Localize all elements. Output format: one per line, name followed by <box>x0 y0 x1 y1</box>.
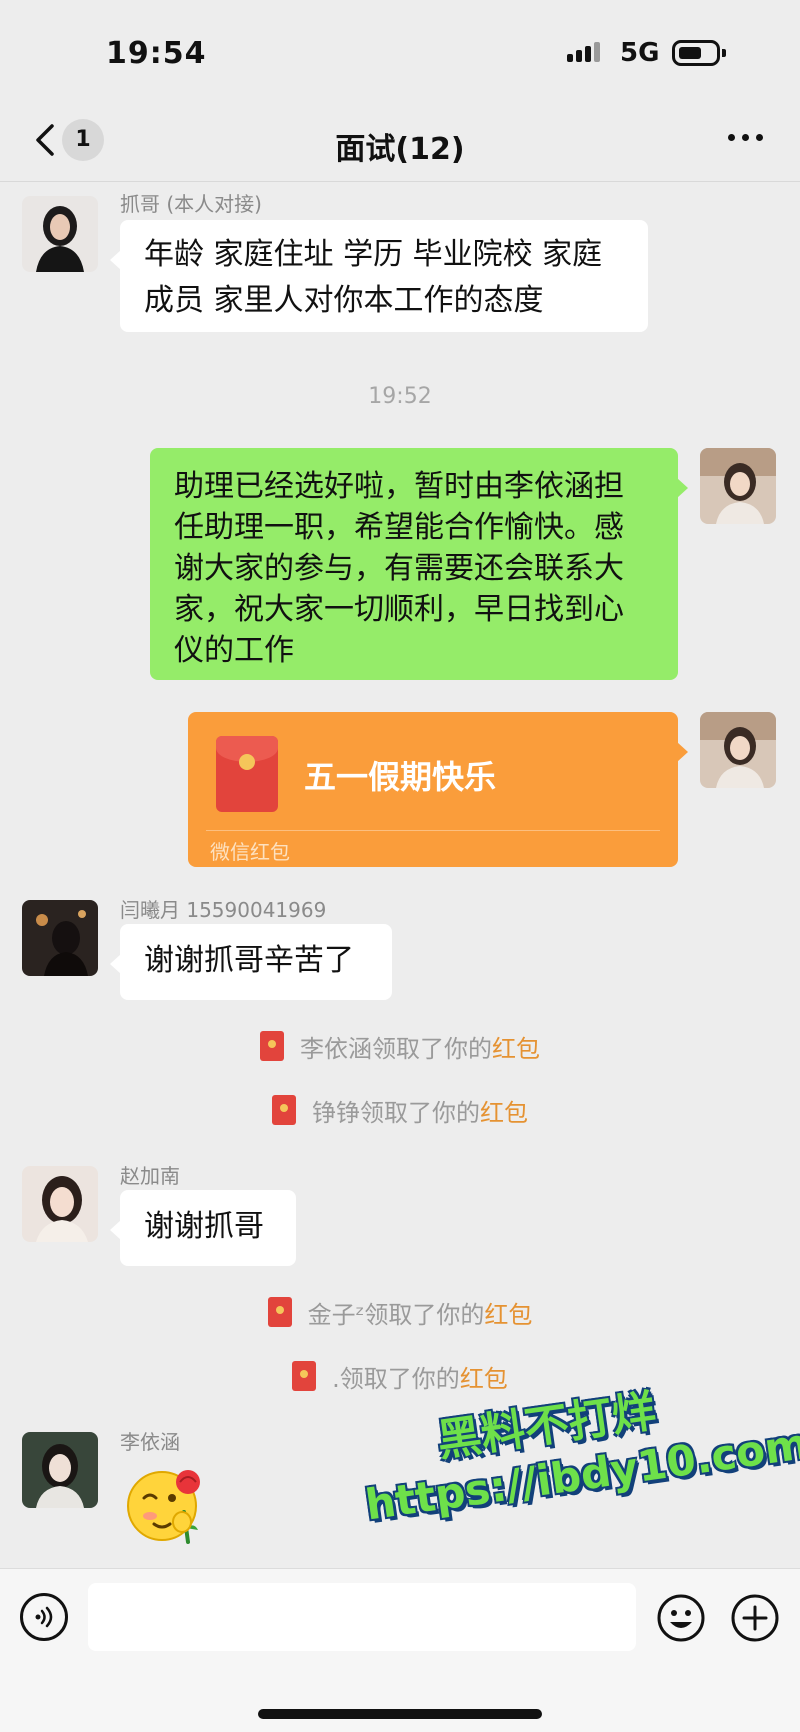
more-dots-icon[interactable] <box>728 134 768 144</box>
notice-text: 金子ᶻ领取了你的 <box>307 1300 485 1329</box>
red-packet-link[interactable]: 红包 <box>460 1359 508 1394</box>
emoji-face-icon[interactable] <box>656 1593 706 1643</box>
message-text: 谢谢抓哥 <box>144 1209 264 1244</box>
message-bubble[interactable]: 谢谢抓哥辛苦了 <box>110 924 392 1000</box>
message-text: 年龄 家庭住址 学历 毕业院校 家庭 <box>144 237 603 272</box>
message-text: 助理已经选好啦，暂时由李依涵担 <box>174 469 624 504</box>
message-text: 谢大家的参与，有需要还会联系大 <box>174 551 624 586</box>
message-bubble[interactable]: 年龄 家庭住址 学历 毕业院校 家庭 成员 家里人对你本工作的态度 <box>110 220 648 332</box>
message-text: 成员 家里人对你本工作的态度 <box>144 283 544 318</box>
red-packet-icon <box>272 1095 296 1125</box>
message-text: 任助理一职，希望能合作愉快。感 <box>174 510 624 545</box>
sender-name: 闫曦月 15590041969 <box>120 898 327 922</box>
chat-title: 面试(12) <box>335 132 465 167</box>
message-text: 家，祝大家一切顺利，早日找到心 <box>174 592 624 627</box>
system-notice: 铮铮领取了你的 红包 <box>0 1093 800 1127</box>
red-packet-link[interactable]: 红包 <box>492 1029 540 1064</box>
my-avatar[interactable] <box>700 448 776 524</box>
status-bar: 19:54 5G <box>0 0 800 100</box>
system-notice: 金子ᶻ领取了你的 红包 <box>0 1295 800 1329</box>
sender-name: 赵加南 <box>120 1164 180 1188</box>
red-packet-icon <box>260 1031 284 1061</box>
home-indicator <box>258 1709 542 1719</box>
plus-circle-icon[interactable] <box>730 1593 780 1643</box>
battery-icon <box>672 40 726 66</box>
message-bubble[interactable]: 谢谢抓哥 <box>110 1190 296 1266</box>
message-input[interactable] <box>88 1583 636 1651</box>
chat-header: 1 面试(12) <box>0 100 800 182</box>
voice-icon[interactable] <box>20 1593 68 1641</box>
message-text: 谢谢抓哥辛苦了 <box>144 943 354 978</box>
input-bar <box>0 1568 800 1732</box>
system-notice: 李依涵领取了你的 红包 <box>0 1029 800 1063</box>
status-time: 19:54 <box>106 36 207 71</box>
time-separator: 19:52 <box>368 384 432 409</box>
unread-badge[interactable]: 1 <box>62 119 104 161</box>
notice-text: 李依涵领取了你的 <box>300 1034 492 1063</box>
red-packet-link[interactable]: 红包 <box>480 1093 528 1128</box>
network-type: 5G <box>620 38 660 68</box>
avatar[interactable] <box>22 196 98 272</box>
red-packet-icon <box>216 736 278 812</box>
message-bubble[interactable]: 助理已经选好啦，暂时由李依涵担 任助理一职，希望能合作愉快。感 谢大家的参与，有… <box>150 448 688 680</box>
sender-name: 抓哥 (本人对接) <box>120 192 262 216</box>
avatar[interactable] <box>22 1432 98 1508</box>
rose-emoji-sticker[interactable] <box>122 1456 214 1548</box>
red-packet-icon <box>267 1297 292 1327</box>
red-packet-link[interactable]: 红包 <box>484 1295 532 1330</box>
notice-text: .领取了你的 <box>332 1364 460 1393</box>
red-packet-message[interactable]: 五一假期快乐 微信红包 <box>188 712 688 867</box>
avatar[interactable] <box>22 1166 98 1242</box>
avatar[interactable] <box>22 900 98 976</box>
divider <box>206 830 660 831</box>
sender-name: 李依涵 <box>120 1430 180 1454</box>
red-packet-label: 微信红包 <box>210 840 290 864</box>
signal-icon <box>567 42 607 62</box>
red-packet-icon <box>292 1361 317 1391</box>
my-avatar[interactable] <box>700 712 776 788</box>
message-text: 仪的工作 <box>174 633 294 668</box>
red-packet-title: 五一假期快乐 <box>304 758 497 796</box>
notice-text: 铮铮领取了你的 <box>312 1098 480 1127</box>
